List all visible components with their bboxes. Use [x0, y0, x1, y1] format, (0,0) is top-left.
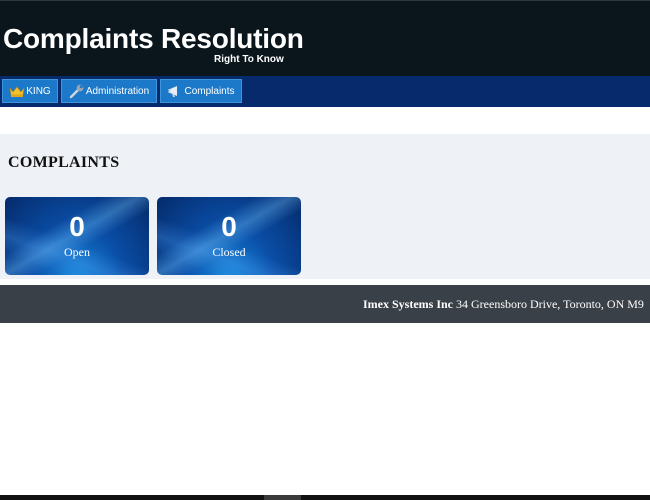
open-count: 0 [69, 211, 85, 242]
nav-item-label: Administration [85, 85, 150, 97]
horizontal-scrollbar[interactable] [0, 495, 650, 500]
megaphone-icon [167, 83, 183, 99]
closed-label: Closed [212, 245, 246, 259]
footer-text: Imex Systems Inc 34 Greensboro Drive, To… [363, 297, 644, 312]
scrollbar-thumb[interactable] [264, 495, 301, 500]
closed-count: 0 [221, 211, 237, 242]
nav-bar: KING Administration Complaints [0, 76, 650, 107]
app-title: Complaints Resolution [3, 23, 304, 54]
app-subtitle: Right To Know [214, 54, 284, 65]
nav-item-administration[interactable]: Administration [61, 79, 157, 103]
crown-icon [9, 83, 25, 99]
closed-complaints-tile[interactable]: 0 Closed [157, 197, 301, 275]
panel-title: COMPLAINTS [8, 154, 120, 171]
footer-company: Imex Systems Inc [363, 297, 453, 311]
wrench-icon [69, 83, 85, 99]
nav-item-king[interactable]: KING [2, 79, 58, 103]
app-header: Complaints Resolution Right To Know [0, 0, 650, 76]
footer-address: 34 Greensboro Drive, Toronto, ON M9 [456, 297, 644, 311]
open-complaints-tile[interactable]: 0 Open [5, 197, 149, 275]
nav-item-label: KING [26, 85, 51, 97]
open-label: Open [64, 245, 90, 259]
complaints-panel: COMPLAINTS 0 Open 0 Closed [0, 134, 650, 279]
nav-item-label: Complaints [184, 85, 235, 97]
page-footer: Imex Systems Inc 34 Greensboro Drive, To… [0, 285, 650, 323]
nav-item-complaints[interactable]: Complaints [160, 79, 242, 103]
